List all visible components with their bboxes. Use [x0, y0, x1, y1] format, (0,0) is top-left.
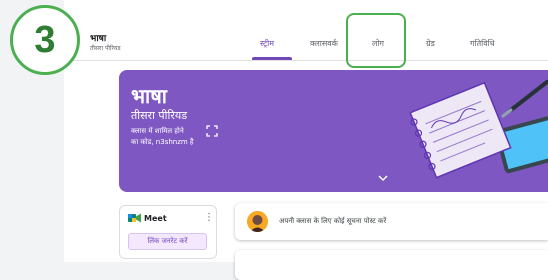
fullscreen-icon[interactable] [206, 125, 218, 137]
tab-classwork[interactable]: क्लासवर्क [310, 38, 338, 49]
class-code-value: का कोड, n3shnzm है [131, 138, 194, 146]
step-number: 3 [34, 18, 56, 61]
step-badge: 3 [10, 5, 80, 75]
announcement-box[interactable]: अपनी क्लास के लिए कोई सूचना पोस्ट करें [235, 203, 548, 240]
meet-label: Meet [144, 214, 167, 223]
active-tab-indicator [252, 57, 292, 60]
announcement-placeholder: अपनी क्लास के लिए कोई सूचना पोस्ट करें [279, 217, 387, 225]
generate-link-button[interactable]: लिंक जनरेट करें [128, 233, 207, 250]
banner-subtitle: तीसरा पीरियड [131, 109, 188, 122]
top-bar [64, 0, 548, 61]
meet-card: Meet ⋮ लिंक जनरेट करें [119, 205, 217, 259]
tab-stream[interactable]: स्ट्रीम [260, 38, 274, 49]
chevron-down-icon[interactable] [378, 174, 388, 182]
class-subtitle: तीसरा पीरियड [90, 45, 121, 52]
class-code-label: क्लास में शामिल होने [131, 127, 184, 135]
stream-post [235, 250, 548, 280]
meet-camera-icon [128, 213, 141, 223]
class-title[interactable]: भाषा [90, 34, 106, 44]
more-options-icon[interactable]: ⋮ [204, 212, 214, 223]
people-tab-highlight [346, 13, 406, 68]
tab-grades[interactable]: ग्रेड [426, 38, 435, 49]
notebook-illustration [409, 80, 548, 179]
tab-activity[interactable]: गतिविधि [470, 38, 495, 49]
avatar [247, 211, 268, 232]
banner-title: भाषा [131, 84, 167, 108]
class-banner: भाषा तीसरा पीरियड क्लास में शामिल होने क… [119, 70, 548, 192]
